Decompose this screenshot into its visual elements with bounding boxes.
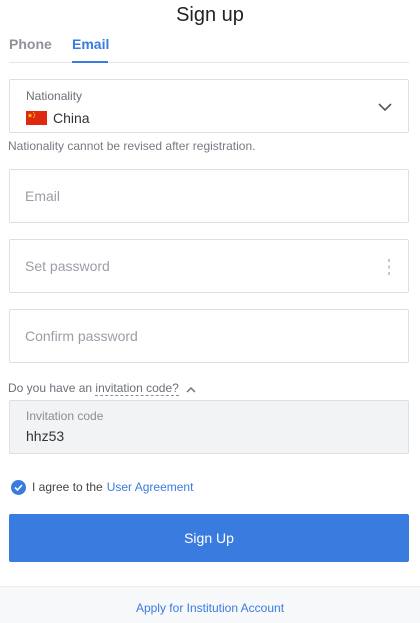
password-options-icon[interactable] xyxy=(386,258,392,276)
china-flag-icon xyxy=(26,111,47,125)
invitation-toggle-link[interactable]: invitation code? xyxy=(95,381,179,396)
institution-account-link[interactable]: Apply for Institution Account xyxy=(0,601,420,615)
agreement-row: I agree to the User Agreement xyxy=(11,478,193,496)
invitation-question-prefix: Do you have an xyxy=(8,381,93,395)
invitation-code-label: Invitation code xyxy=(26,409,104,423)
chevron-down-icon[interactable] xyxy=(376,98,394,116)
page-title: Sign up xyxy=(176,4,244,26)
invitation-code-field[interactable]: Invitation code hhz53 xyxy=(9,400,409,454)
agreement-text: I agree to the xyxy=(32,480,103,494)
email-input[interactable] xyxy=(10,170,408,222)
nationality-select[interactable]: Nationality China xyxy=(9,79,409,133)
tab-phone[interactable]: Phone xyxy=(9,36,52,53)
nationality-hint: Nationality cannot be revised after regi… xyxy=(8,139,256,153)
nationality-value: China xyxy=(53,110,90,126)
sign-up-button[interactable]: Sign Up xyxy=(9,514,409,562)
footer: Apply for Institution Account xyxy=(0,586,420,623)
invitation-code-value: hhz53 xyxy=(26,428,65,444)
password-field[interactable] xyxy=(9,239,409,293)
password-input[interactable] xyxy=(10,240,408,292)
invitation-question: Do you have an invitation code? xyxy=(8,381,197,396)
nationality-label: Nationality xyxy=(26,89,83,103)
user-agreement-link[interactable]: User Agreement xyxy=(107,480,194,494)
confirm-password-field[interactable] xyxy=(9,309,409,363)
signup-method-tabs: Phone Email xyxy=(9,36,409,63)
agreement-checkbox[interactable] xyxy=(11,479,26,495)
email-field[interactable] xyxy=(9,169,409,223)
confirm-password-input[interactable] xyxy=(10,310,408,362)
active-tab-indicator xyxy=(72,61,108,63)
tab-email[interactable]: Email xyxy=(72,36,109,53)
chevron-up-icon[interactable] xyxy=(185,384,197,394)
